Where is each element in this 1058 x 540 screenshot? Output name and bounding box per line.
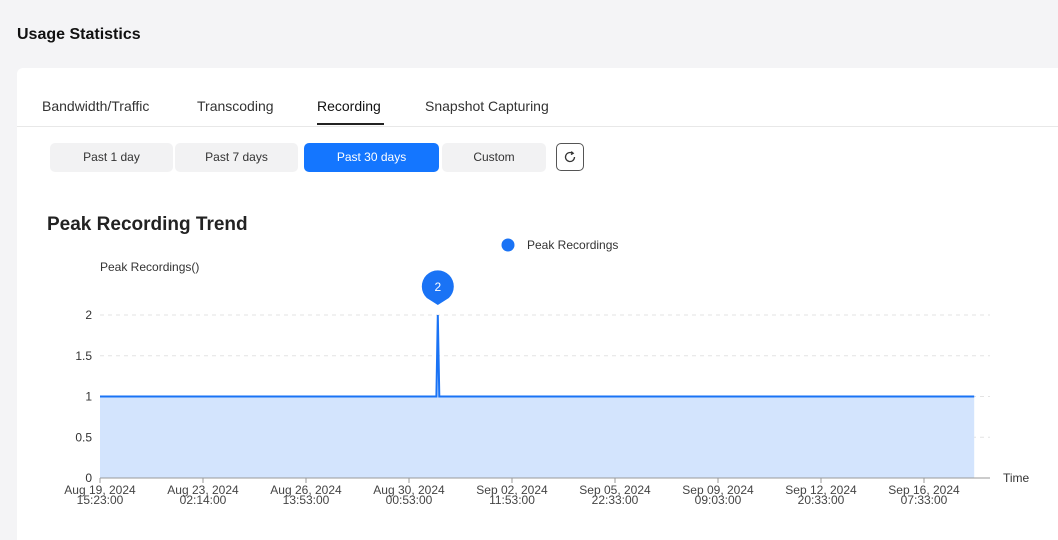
x-tick-label: Aug 30, 2024 00:53:00 xyxy=(373,483,445,507)
y-tick-label: 1.5 xyxy=(75,349,92,363)
y-tick-label: 2 xyxy=(85,308,92,322)
x-tick-label: Sep 02, 2024 11:53:00 xyxy=(476,483,548,507)
x-tick-label: Sep 09, 2024 09:03:00 xyxy=(682,483,754,507)
peak-recording-chart: 00.511.52Aug 19, 2024 15:23:00Aug 23, 202… xyxy=(64,238,1030,507)
x-tick-label: Aug 23, 2024 02:14:00 xyxy=(167,483,239,507)
x-axis-label: Time xyxy=(1003,471,1030,485)
y-tick-label: 1 xyxy=(85,390,92,404)
legend-marker xyxy=(501,238,515,252)
max-marker-label: 2 xyxy=(434,280,441,294)
x-tick-label: Aug 19, 2024 15:23:00 xyxy=(64,483,136,507)
x-tick-label: Sep 05, 2024 22:33:00 xyxy=(579,483,651,507)
y-axis-label: Peak Recordings() xyxy=(100,260,199,274)
x-tick-label: Sep 12, 2024 20:33:00 xyxy=(785,483,857,507)
x-tick-label: Sep 16, 2024 07:33:00 xyxy=(888,483,960,507)
y-tick-label: 0.5 xyxy=(75,430,92,444)
x-tick-label: Aug 26, 2024 13:53:00 xyxy=(270,483,342,507)
legend-label: Peak Recordings xyxy=(527,238,618,252)
